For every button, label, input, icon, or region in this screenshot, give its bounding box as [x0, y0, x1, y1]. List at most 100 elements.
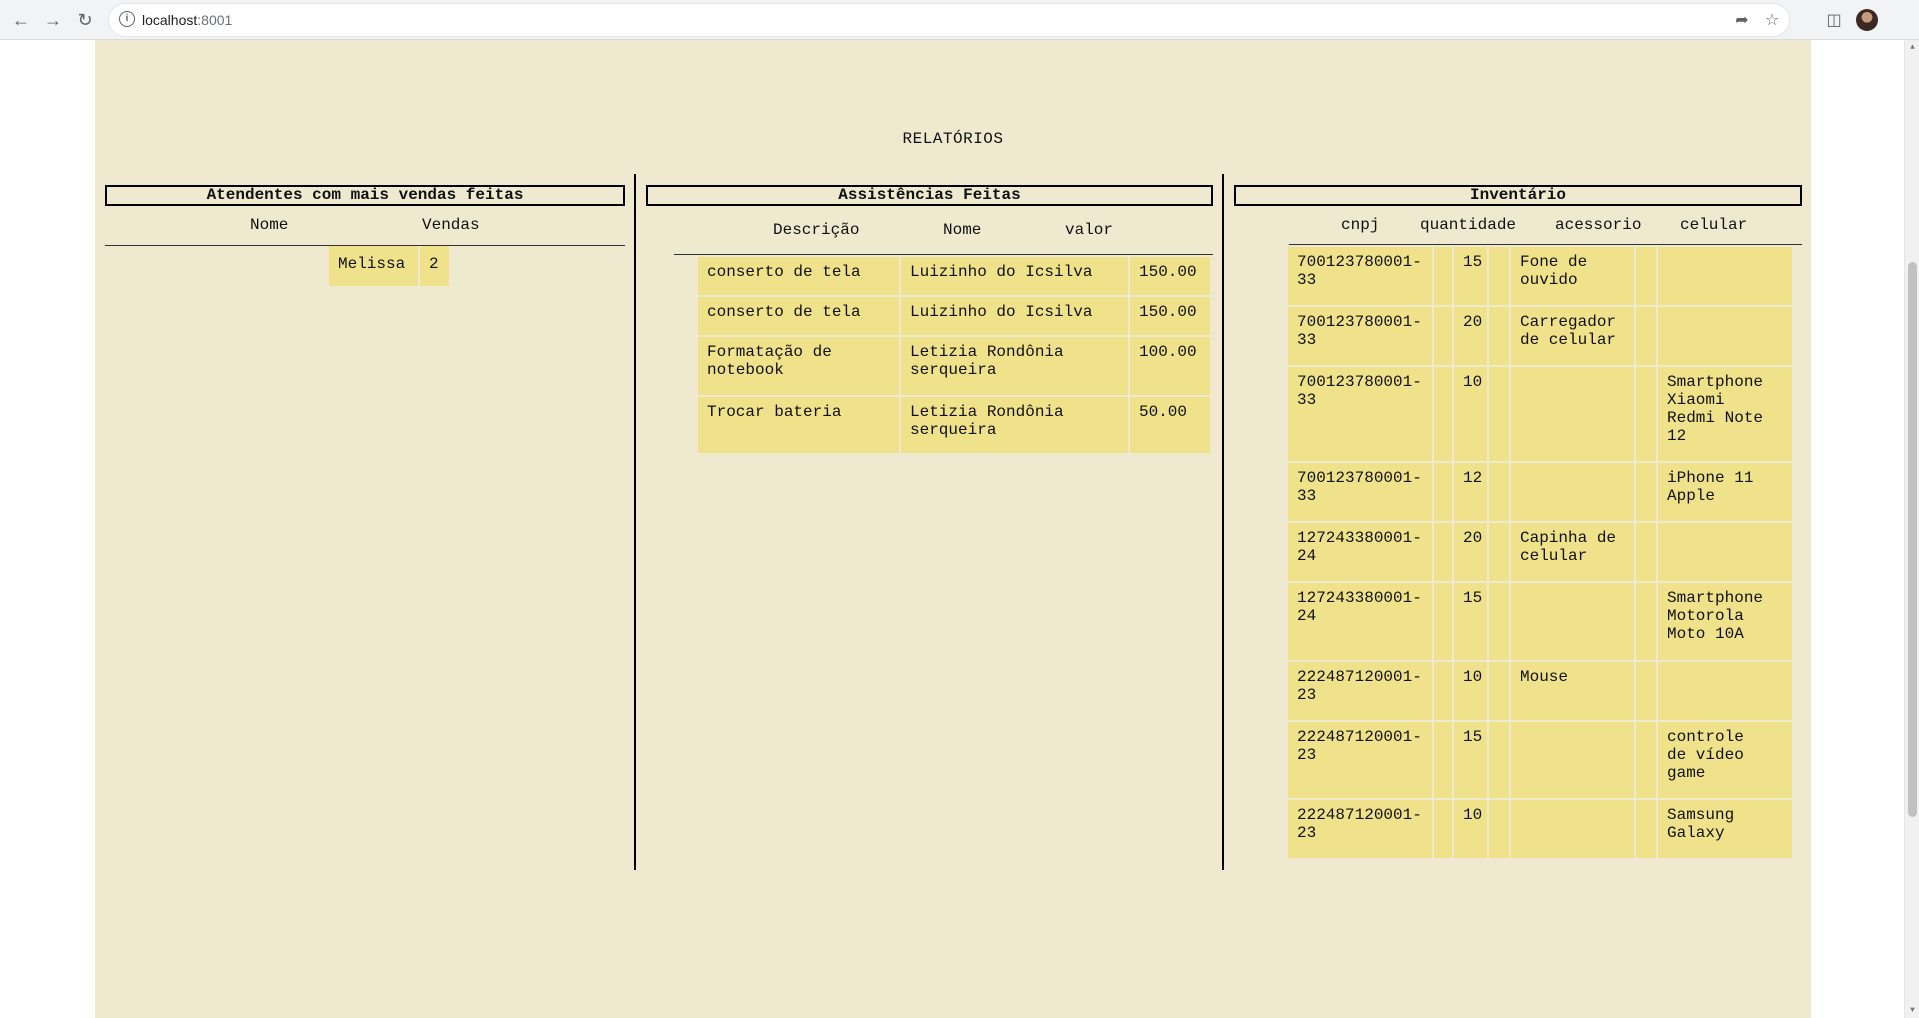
- scrollbar-thumb[interactable]: [1908, 262, 1917, 817]
- table-cell: Smartphone Motorola Moto 10A: [1658, 583, 1792, 660]
- table-cell: 700123780001- 33: [1288, 307, 1432, 365]
- table-cell: 15: [1454, 722, 1487, 798]
- table-cell: 127243380001- 24: [1288, 583, 1432, 660]
- table-cell: 10: [1454, 367, 1487, 461]
- table-cell: 50.00: [1130, 397, 1210, 453]
- column-header: acessorio: [1555, 216, 1642, 234]
- table-cell: 222487120001- 23: [1288, 800, 1432, 858]
- header-rule: [674, 254, 1213, 255]
- table-cell: 222487120001- 23: [1288, 722, 1432, 798]
- spacer-cell: [1489, 662, 1509, 720]
- spacer-cell: [1636, 247, 1656, 305]
- column-divider: [1222, 174, 1224, 870]
- column-header: cnpj: [1341, 216, 1380, 234]
- spacer-cell: [1636, 800, 1656, 858]
- report-sheet: RELATÓRIOS Atendentes com mais vendas fe…: [95, 40, 1811, 1018]
- spacer-cell: [1636, 722, 1656, 798]
- table-cell: 700123780001- 33: [1288, 367, 1432, 461]
- table-cell: Carregador de celular: [1511, 307, 1634, 365]
- spacer-cell: [1489, 722, 1509, 798]
- table-cell: [1658, 523, 1792, 581]
- table-cell: [1511, 463, 1634, 521]
- page-viewport: RELATÓRIOS Atendentes com mais vendas fe…: [0, 40, 1904, 1018]
- table-cell: Capinha de celular: [1511, 523, 1634, 581]
- browser-toolbar: ← → ↻ i localhost:8001 ➦ ☆ ◫: [0, 0, 1919, 40]
- services-title: Assistências Feitas: [646, 185, 1213, 206]
- scroll-up-icon[interactable]: ▲: [1908, 43, 1917, 52]
- attendants-title: Atendentes com mais vendas feitas: [105, 185, 625, 206]
- table-cell: 150.00: [1130, 257, 1210, 295]
- spacer-cell: [1434, 523, 1452, 581]
- table-cell: 15: [1454, 247, 1487, 305]
- table-cell: 700123780001- 33: [1288, 463, 1432, 521]
- column-header: Nome: [250, 216, 289, 234]
- vertical-scrollbar[interactable]: ▲ ▼: [1904, 40, 1919, 1018]
- table-cell: 100.00: [1130, 337, 1210, 395]
- table-cell: conserto de tela: [698, 297, 899, 335]
- table-cell: 127243380001- 24: [1288, 523, 1432, 581]
- profile-avatar[interactable]: [1856, 9, 1878, 31]
- address-bar[interactable]: i localhost:8001 ➦ ☆: [109, 4, 1789, 36]
- spacer-cell: [1434, 367, 1452, 461]
- address-url[interactable]: localhost:8001: [142, 12, 232, 28]
- spacer-cell: [1636, 367, 1656, 461]
- site-info-icon[interactable]: i: [119, 11, 135, 27]
- table-cell: [1658, 247, 1792, 305]
- table-cell: conserto de tela: [698, 257, 899, 295]
- table-cell: 10: [1454, 800, 1487, 858]
- spacer-cell: [1489, 463, 1509, 521]
- table-cell: [1658, 307, 1792, 365]
- table-cell: Formatação de notebook: [698, 337, 899, 395]
- column-header: Vendas: [422, 216, 480, 234]
- spacer-cell: [1434, 463, 1452, 521]
- table-cell: iPhone 11 Apple: [1658, 463, 1792, 521]
- reload-icon[interactable]: ↻: [71, 6, 99, 34]
- table-cell: [1511, 583, 1634, 660]
- table-cell: 222487120001- 23: [1288, 662, 1432, 720]
- spacer-cell: [1434, 800, 1452, 858]
- spacer-cell: [1489, 307, 1509, 365]
- column-header: valor: [1065, 221, 1114, 239]
- page-title: RELATÓRIOS: [902, 130, 1004, 148]
- table-cell: 20: [1454, 523, 1487, 581]
- side-panel-icon[interactable]: ◫: [1820, 6, 1848, 34]
- spacer-cell: [1489, 583, 1509, 660]
- spacer-cell: [1489, 800, 1509, 858]
- spacer-cell: [1434, 722, 1452, 798]
- table-cell: Fone de ouvido: [1511, 247, 1634, 305]
- table-cell: 150.00: [1130, 297, 1210, 335]
- table-cell: Letizia Rondônia serqueira: [901, 397, 1128, 453]
- spacer-cell: [1636, 583, 1656, 660]
- spacer-cell: [1636, 662, 1656, 720]
- table-cell: Luizinho do Icsilva: [901, 297, 1128, 335]
- table-cell: [1511, 367, 1634, 461]
- table-cell: 2: [420, 246, 449, 286]
- spacer-cell: [1489, 367, 1509, 461]
- back-arrow-icon[interactable]: ←: [7, 6, 35, 34]
- table-cell: Melissa: [329, 246, 418, 286]
- share-icon[interactable]: ➦: [1730, 8, 1754, 32]
- table-cell: Luizinho do Icsilva: [901, 257, 1128, 295]
- spacer-cell: [1434, 583, 1452, 660]
- spacer-cell: [1636, 307, 1656, 365]
- table-cell: controle de vídeo game: [1658, 722, 1792, 798]
- bookmark-star-icon[interactable]: ☆: [1760, 8, 1784, 32]
- column-header: Descrição: [773, 221, 860, 239]
- table-cell: 12: [1454, 463, 1487, 521]
- spacer-cell: [1636, 523, 1656, 581]
- table-cell: [1658, 662, 1792, 720]
- table-cell: Smartphone Xiaomi Redmi Note 12: [1658, 367, 1792, 461]
- spacer-cell: [1489, 247, 1509, 305]
- column-header: celular: [1680, 216, 1748, 234]
- table-cell: Trocar bateria: [698, 397, 899, 453]
- spacer-cell: [1636, 463, 1656, 521]
- table-cell: 15: [1454, 583, 1487, 660]
- column-header: quantidade: [1420, 216, 1517, 234]
- table-cell: 700123780001- 33: [1288, 247, 1432, 305]
- table-cell: Mouse: [1511, 662, 1634, 720]
- spacer-cell: [1434, 247, 1452, 305]
- column-header: Nome: [943, 221, 982, 239]
- forward-arrow-icon[interactable]: →: [39, 6, 67, 34]
- scroll-down-icon[interactable]: ▼: [1908, 1006, 1917, 1015]
- table-cell: 20: [1454, 307, 1487, 365]
